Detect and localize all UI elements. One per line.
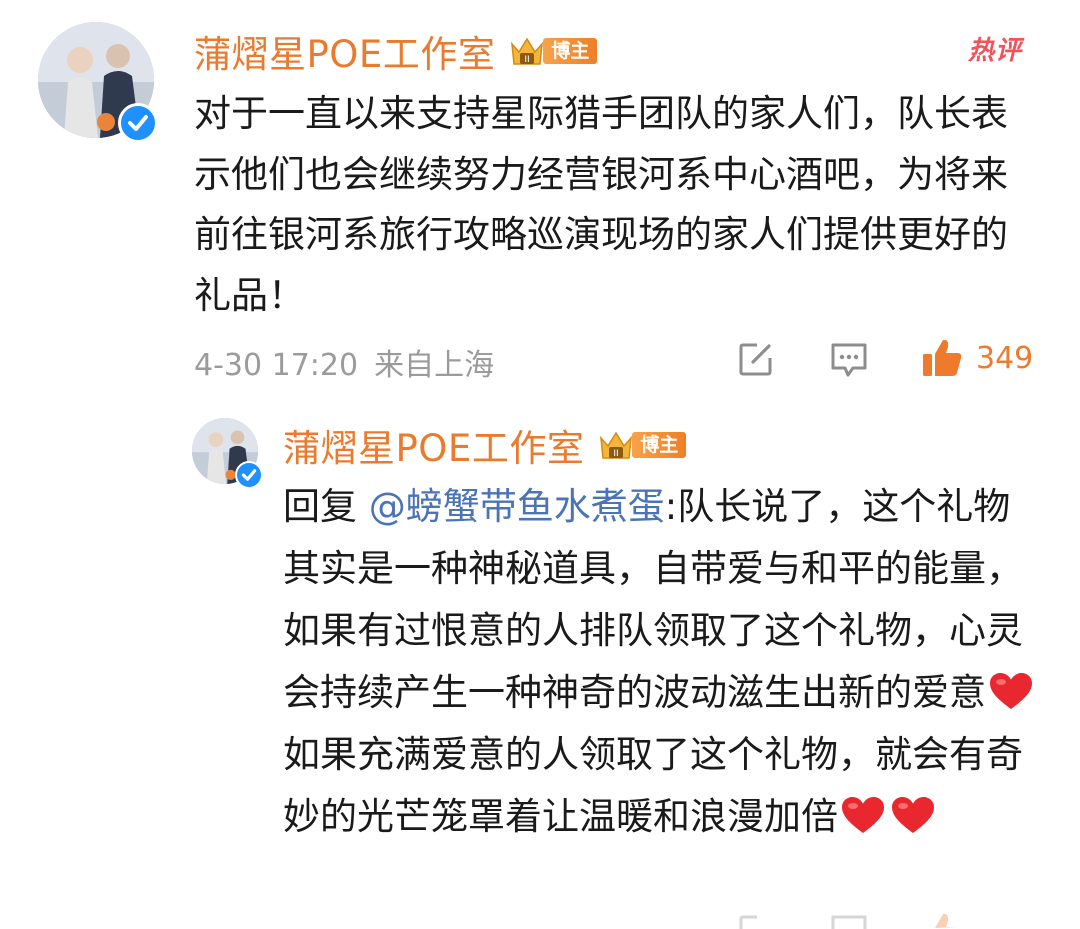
svg-text:II: II [525, 55, 530, 65]
reply-like-icon [935, 913, 958, 928]
comment-meta: 4-30 17:20 来自上海 [194, 340, 494, 384]
comment-date: 4-30 17:20 [194, 348, 359, 383]
reply-button[interactable] [829, 340, 869, 380]
edit-icon [739, 343, 772, 376]
like-button[interactable]: 349 [920, 336, 1033, 380]
comment-location: 来自上海 [374, 348, 495, 383]
svg-text:II: II [614, 449, 619, 459]
reply-prefix: 回复 [283, 485, 369, 528]
reply-blogger-badge: 博主 [632, 432, 687, 458]
edit-button[interactable] [737, 340, 775, 378]
reply-text: 回复 @螃蟹带鱼水煮蛋:队长说了，这个礼物其实是一种神秘道具，自带爱与和平的能量… [283, 476, 1041, 848]
author-name[interactable]: 蒲熠星POE工作室 [194, 24, 495, 78]
comment-icon [831, 343, 867, 377]
like-icon [923, 339, 962, 376]
like-count: 349 [976, 340, 1034, 376]
reply-author-row: 蒲熠星POE工作室 II 博主 [283, 418, 687, 472]
mention-link[interactable]: @螃蟹带鱼水煮蛋 [369, 485, 665, 528]
reply-comment-icon [831, 915, 867, 929]
blogger-badge: 博主 [543, 38, 598, 64]
reply-like-button[interactable] [920, 910, 964, 929]
reply-verified-icon [235, 461, 263, 489]
hot-comment-label: 热评 [968, 36, 1023, 66]
reply-crown-icon: II [598, 427, 634, 463]
comment-thread: 蒲熠星POE工作室 II 博主 热评 对于一直以来支持星际猎手团队的家人们，队长… [0, 0, 1080, 929]
heart-emoji-icon [840, 795, 886, 835]
reply-comment-button[interactable] [829, 912, 869, 929]
comment-text: 对于一直以来支持星际猎手团队的家人们，队长表示他们也会继续努力经营银河系中心酒吧… [194, 92, 1008, 317]
verified-icon [118, 103, 158, 143]
comment-author-row: 蒲熠星POE工作室 II 博主 [194, 24, 598, 78]
reply-edit-icon [739, 915, 757, 929]
reply-edit-button[interactable] [737, 912, 775, 929]
heart-emoji-icon [890, 795, 936, 835]
crown-icon: II [509, 33, 545, 69]
heart-emoji-icon [988, 671, 1034, 711]
reply-author-name[interactable]: 蒲熠星POE工作室 [283, 418, 584, 472]
